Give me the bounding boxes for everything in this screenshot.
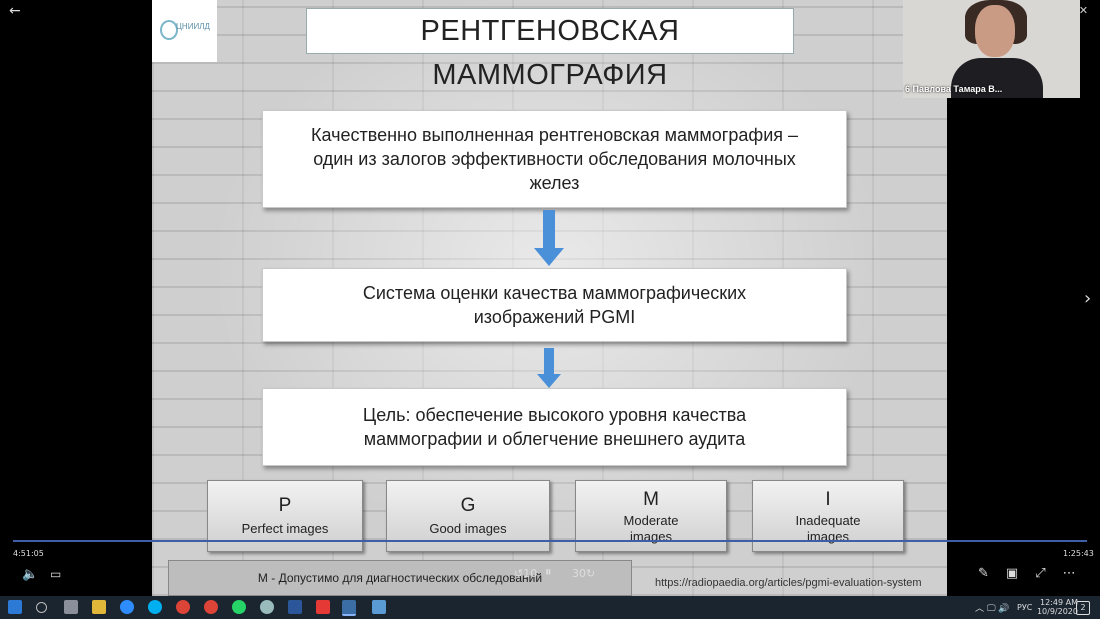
pgmi-label: Perfect images xyxy=(241,521,329,536)
forward-label: 30 xyxy=(572,567,586,580)
whatsapp-icon[interactable] xyxy=(232,600,246,614)
participant-video[interactable]: 6 Павлова Тамара В... xyxy=(903,0,1080,98)
down-arrow-icon xyxy=(537,348,561,388)
pdf-icon[interactable] xyxy=(316,600,330,614)
language-indicator[interactable]: РУС xyxy=(1017,603,1032,612)
info-box-quality: Качественно выполненная рентгеновская ма… xyxy=(262,110,847,208)
info-box-goal-text: Цель: обеспечение высокого уровня качест… xyxy=(362,404,747,449)
media-player-icon[interactable] xyxy=(342,600,356,616)
search-icon[interactable] xyxy=(36,602,47,613)
info-box-goal: Цель: обеспечение высокого уровня качест… xyxy=(262,388,847,466)
rewind-button[interactable]: ↺10 xyxy=(514,567,537,580)
info-box-pgmi-text: Система оценки качества маммографических… xyxy=(362,282,747,327)
info-box-quality-text: Качественно выполненная рентгеновская ма… xyxy=(310,124,799,194)
pgmi-label: Good images xyxy=(429,521,507,536)
slide-title: РЕНТГЕНОВСКАЯ МАММОГРАФИЯ xyxy=(306,8,794,91)
chrome-icon[interactable] xyxy=(176,600,190,614)
clock[interactable]: 12:49 AM 10/9/2020 xyxy=(1037,598,1078,616)
logo: ЦНИИЛД xyxy=(152,0,217,62)
participant-name: 6 Павлова Тамара В... xyxy=(905,84,1003,94)
zoom-icon[interactable] xyxy=(120,600,134,614)
pause-icon[interactable]: ⏸ xyxy=(545,565,552,580)
forward-button[interactable]: 30↻ xyxy=(572,567,595,580)
notification-icon[interactable]: 2 xyxy=(1076,601,1090,615)
windows-start-icon[interactable] xyxy=(8,600,22,614)
pgmi-letter: I xyxy=(825,489,831,510)
pgmi-letter: G xyxy=(460,495,476,516)
tray-icons[interactable]: ︿ 🖵 🔊 xyxy=(975,601,1010,614)
cast-icon[interactable]: ▣ xyxy=(1006,566,1018,581)
down-arrow-icon xyxy=(534,210,564,266)
back-arrow-icon[interactable]: ← xyxy=(9,3,21,19)
volume-icon[interactable]: 🔈 xyxy=(22,567,38,582)
chevron-right-icon[interactable]: › xyxy=(1084,288,1091,309)
app-icon[interactable] xyxy=(260,600,274,614)
app-icon[interactable] xyxy=(64,600,78,614)
word-icon[interactable] xyxy=(288,600,302,614)
skype-icon[interactable] xyxy=(148,600,162,614)
playback-timeline[interactable] xyxy=(13,540,1087,542)
fullscreen-icon[interactable]: ⤢ xyxy=(1035,566,1045,581)
pgmi-letter: P xyxy=(278,495,292,516)
source-url: https://radiopaedia.org/articles/pgmi-ev… xyxy=(655,577,922,589)
close-icon[interactable]: ✕ xyxy=(1079,4,1088,17)
time-total: 1:25:43 xyxy=(1063,549,1094,558)
chrome-icon[interactable] xyxy=(204,600,218,614)
slide-note: М - Допустимо для диагностических обслед… xyxy=(168,560,632,596)
pen-icon[interactable]: ✎ xyxy=(978,566,989,581)
logo-text: ЦНИИЛД xyxy=(176,22,210,31)
clock-date: 10/9/2020 xyxy=(1036,607,1078,616)
captions-icon[interactable]: ▭ xyxy=(50,567,61,581)
taskbar: ︿ 🖵 🔊 РУС 12:49 AM 10/9/2020 2 xyxy=(0,596,1100,619)
pgmi-letter: M xyxy=(643,489,659,510)
info-box-pgmi: Система оценки качества маммографических… xyxy=(262,268,847,342)
player-right-controls: ✎ ▣ ⤢ ⋯ xyxy=(978,566,1093,581)
more-icon[interactable]: ⋯ xyxy=(1063,566,1076,581)
photos-icon[interactable] xyxy=(372,600,386,614)
clock-time: 12:49 AM xyxy=(1040,598,1078,607)
time-elapsed: 4:51:05 xyxy=(13,549,44,558)
rewind-label: 10 xyxy=(523,567,538,580)
folder-icon[interactable] xyxy=(92,600,106,614)
